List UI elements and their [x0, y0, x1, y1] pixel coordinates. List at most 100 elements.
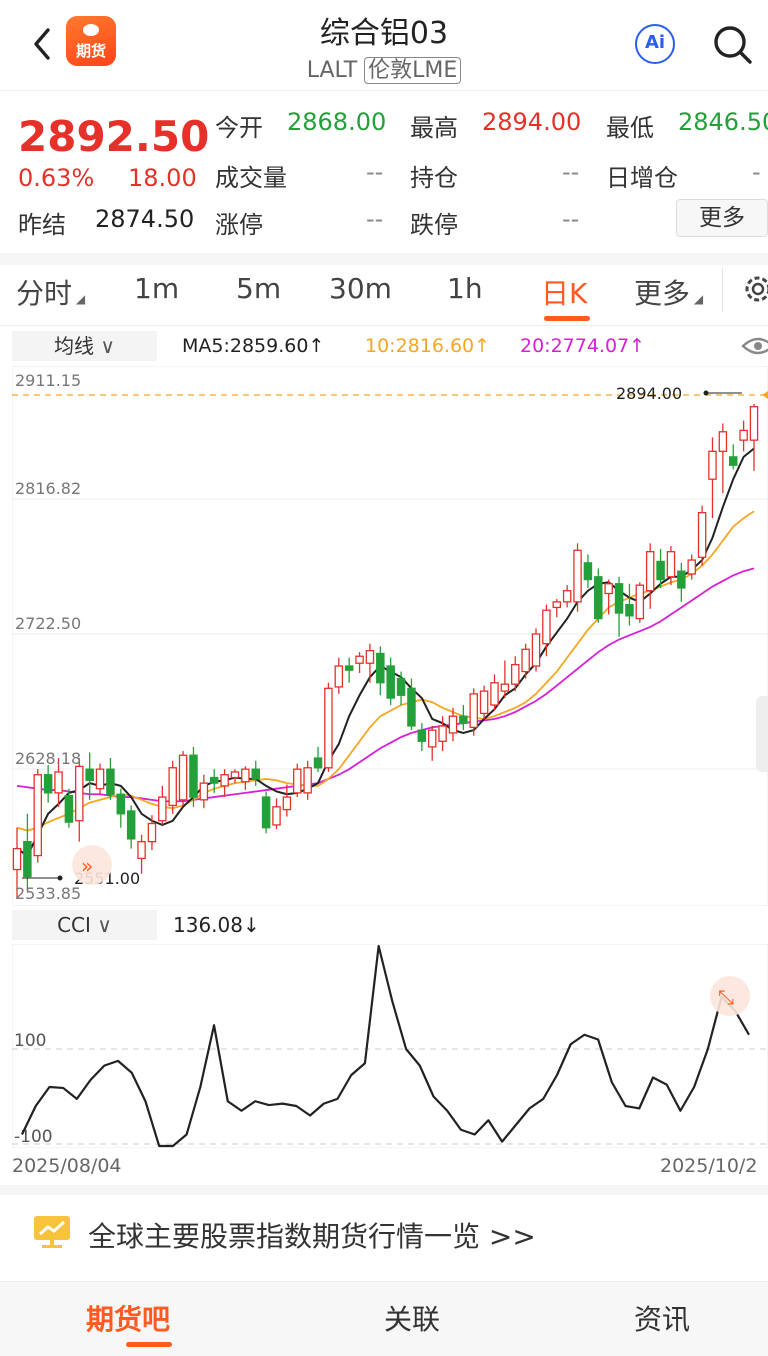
- volume-label: 成交量: [215, 164, 287, 192]
- ai-button[interactable]: Ai: [635, 24, 675, 64]
- ma5-line: [16, 447, 755, 858]
- nav-tab-news[interactable]: 资讯: [534, 1282, 768, 1356]
- nav-tab-label: 期货吧: [85, 1303, 170, 1336]
- candle-body: [126, 810, 136, 840]
- cci-line: [21, 944, 750, 1148]
- nav-tab-forum[interactable]: 期货吧: [0, 1282, 256, 1356]
- candle-body: [386, 665, 395, 699]
- candle-body: [448, 715, 458, 734]
- date-end: 2025/10/2: [660, 1155, 758, 1177]
- visibility-toggle[interactable]: [741, 334, 768, 358]
- price-chart[interactable]: 2911.15 2816.82 2722.50 2628.18 2533.85 …: [12, 366, 768, 906]
- tab-30m[interactable]: 30m: [329, 272, 392, 305]
- candle-body: [552, 601, 562, 609]
- search-button[interactable]: [712, 24, 754, 66]
- contract-code: LALT: [306, 58, 358, 83]
- tab-1m[interactable]: 1m: [134, 272, 179, 305]
- cci-axis-label: -100: [14, 1127, 53, 1147]
- scroll-left-button[interactable]: »: [72, 845, 112, 885]
- candle-body: [677, 570, 686, 589]
- side-drawer-handle[interactable]: [756, 696, 768, 772]
- candle-body: [417, 729, 427, 742]
- candle-body: [396, 677, 406, 696]
- prev-settle-value: 2874.50: [95, 205, 195, 233]
- candle-body: [500, 683, 510, 692]
- tab-5m[interactable]: 5m: [236, 272, 281, 305]
- tab-more[interactable]: 更多 ◢: [634, 272, 703, 312]
- cci-chart[interactable]: 100 -100 ⤡: [12, 944, 768, 1148]
- candle-body: [293, 768, 302, 794]
- date-start: 2025/08/04: [12, 1155, 122, 1177]
- candle-body: [303, 767, 312, 794]
- daily-inc-label: 日增仓: [606, 164, 678, 192]
- candle-body: [147, 822, 157, 843]
- prev-settle-label: 昨结: [18, 211, 66, 239]
- position-value: --: [562, 158, 580, 186]
- cci-selector[interactable]: CCI ∨: [12, 910, 157, 940]
- low-label: 最低: [606, 114, 654, 142]
- nav-tab-label: 关联: [383, 1303, 440, 1336]
- candle-body: [64, 795, 74, 823]
- ma10-readout: 10:2816.60↑: [365, 335, 491, 357]
- limit-up-label: 涨停: [215, 211, 263, 239]
- candle-body: [656, 560, 665, 581]
- candle-body: [562, 590, 572, 603]
- high-marker-label: 2894.00: [616, 384, 682, 403]
- expand-arrows-icon: ⤡: [718, 985, 734, 1009]
- candle-body: [23, 841, 32, 878]
- price-axis-label: 2628.18: [15, 749, 81, 768]
- candle-body: [313, 757, 323, 769]
- double-chevron-right-icon: »: [81, 854, 93, 878]
- bottom-nav: 期货吧 关联 资讯: [0, 1281, 768, 1356]
- change-percent: 0.63%: [18, 164, 95, 192]
- price-axis-label: 2533.85: [15, 884, 81, 903]
- candle-body: [687, 559, 696, 575]
- candle-body: [531, 633, 541, 667]
- candle-body: [521, 648, 530, 673]
- candle-body: [376, 652, 385, 684]
- tab-label: 更多: [634, 277, 691, 310]
- candle-body: [469, 693, 478, 728]
- candle-body: [54, 771, 63, 794]
- nav-active-indicator: [126, 1342, 172, 1347]
- candle-body: [614, 583, 624, 614]
- chevron-down-icon: ∨: [94, 334, 115, 358]
- price-axis-label: 2911.15: [15, 371, 81, 390]
- tab-1h[interactable]: 1h: [447, 272, 483, 305]
- tab-day-k[interactable]: 日K: [541, 272, 587, 312]
- index-futures-banner[interactable]: 全球主要股票指数期货行情一览 >>: [0, 1195, 768, 1275]
- ma20-readout: 20:2774.07↑: [520, 335, 646, 357]
- candle-body: [739, 429, 748, 441]
- current-price-marker: [762, 391, 768, 399]
- more-button[interactable]: 更多: [676, 199, 768, 237]
- candle-body: [666, 551, 676, 578]
- candle-body: [334, 665, 344, 688]
- candle-body: [178, 754, 188, 801]
- nav-tab-related[interactable]: 关联: [284, 1282, 540, 1356]
- open-label: 今开: [215, 114, 263, 142]
- candle-body: [407, 687, 416, 727]
- candle-body: [75, 765, 84, 822]
- active-tab-indicator: [544, 316, 590, 321]
- eye-icon: [741, 337, 768, 355]
- settings-button[interactable]: [738, 272, 768, 306]
- cci-readout: 136.08↓: [173, 913, 260, 937]
- candle-body: [718, 431, 728, 452]
- candle-body: [189, 754, 198, 798]
- limit-up-value: --: [366, 205, 384, 233]
- volume-value: --: [366, 158, 384, 186]
- candle-body: [324, 687, 333, 769]
- price-axis-labels: 2911.15 2816.82 2722.50 2628.18 2533.85: [15, 371, 81, 903]
- candle-body: [355, 655, 364, 664]
- candle-body: [604, 583, 613, 595]
- candle-body: [85, 768, 94, 781]
- candle-body: [459, 715, 468, 724]
- expand-indicator-button[interactable]: ⤡: [710, 976, 750, 1016]
- candle-body: [43, 774, 53, 794]
- ma-selector[interactable]: 均线 ∨: [12, 331, 157, 361]
- caret-icon: ◢: [690, 292, 704, 306]
- candle-body: [241, 768, 250, 783]
- candle-body: [116, 793, 126, 815]
- tab-fenshi[interactable]: 分时 ◢: [16, 272, 85, 312]
- candle-body: [697, 512, 707, 558]
